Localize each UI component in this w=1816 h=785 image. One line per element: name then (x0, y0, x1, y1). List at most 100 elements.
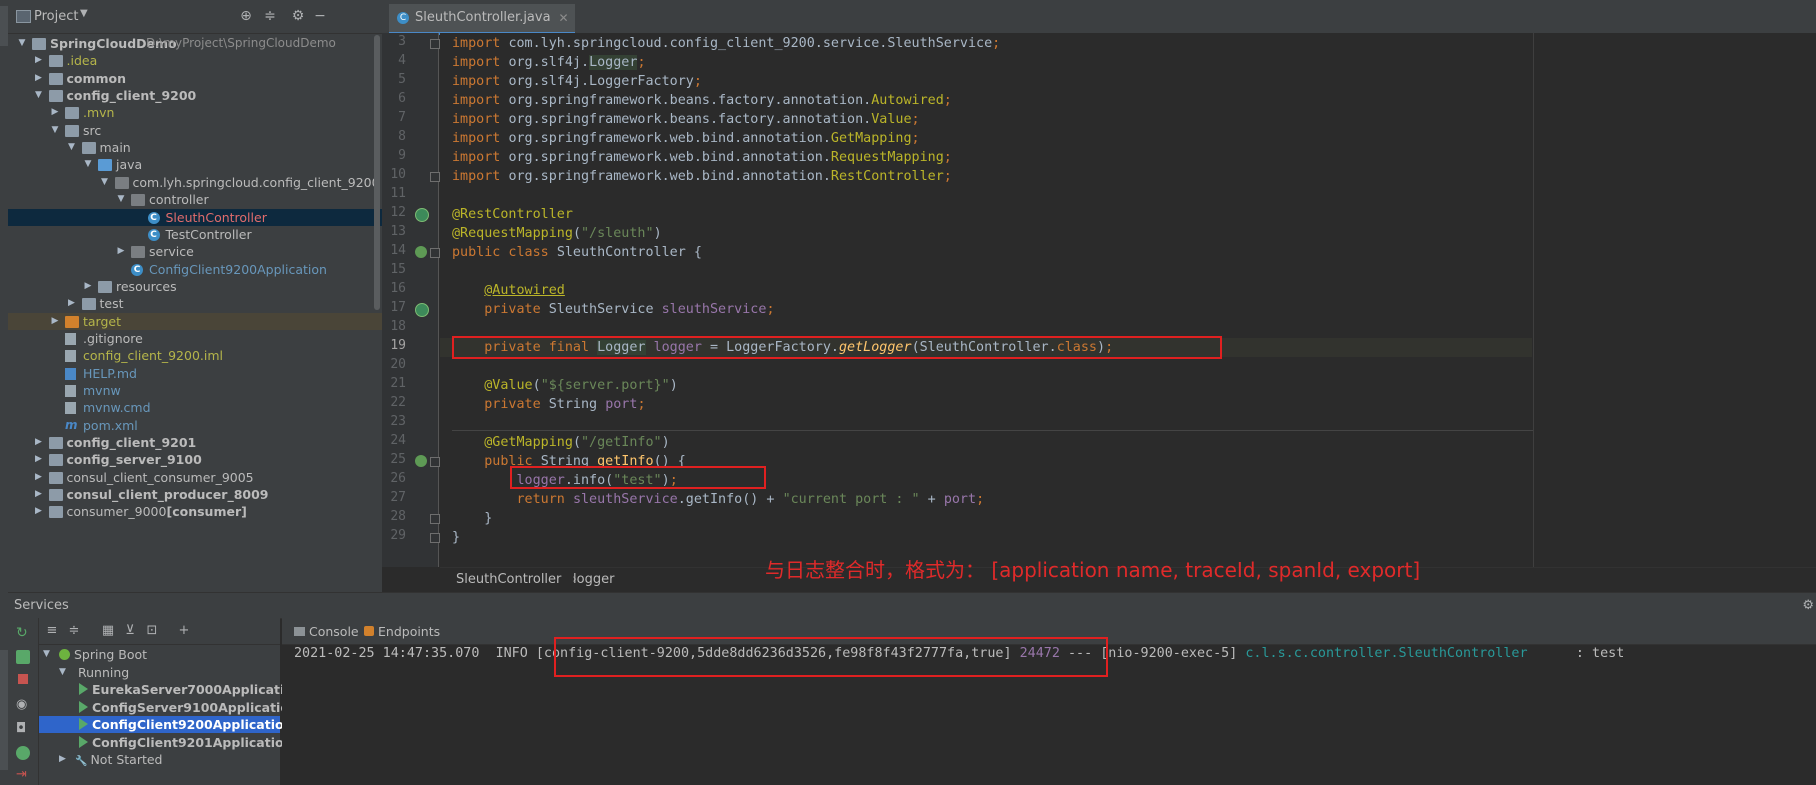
services-title[interactable]: Services (14, 598, 69, 613)
project-scrollbar[interactable] (374, 35, 380, 310)
tree-row[interactable]: m pom.xml (8, 417, 382, 434)
service-item[interactable]: ConfigClient9201Applicatio (39, 734, 284, 751)
service-item[interactable]: EurekaServer7000Applicatio (39, 681, 293, 698)
rerun-icon[interactable]: ↻ (16, 626, 30, 640)
chevron-down-icon[interactable]: ▼ (16, 35, 28, 52)
tree-row[interactable]: C TestController (8, 226, 382, 243)
chevron-down-icon[interactable]: ▼ (115, 191, 127, 208)
chevron-right-icon[interactable]: ▶ (49, 104, 61, 121)
spring-bean-icon[interactable] (415, 208, 429, 222)
chevron-right-icon[interactable]: ▶ (66, 295, 78, 312)
chevron-right-icon[interactable]: ▶ (33, 486, 45, 503)
tree-row[interactable]: ▼ main (8, 139, 382, 156)
expand-all-icon[interactable]: ≡ (45, 624, 59, 638)
collapse-all-icon[interactable]: ≑ (67, 624, 81, 638)
tree-row[interactable]: ▶ resources (8, 278, 382, 295)
locate-icon[interactable]: ⊕ (238, 8, 254, 24)
hide-icon[interactable]: − (312, 8, 328, 24)
tree-row[interactable]: ▶ .idea (8, 52, 382, 69)
fold-marker-icon[interactable] (430, 514, 440, 524)
tab-console[interactable]: Console (294, 624, 359, 639)
service-item[interactable]: ▼ Running (39, 664, 280, 681)
chevron-right-icon[interactable]: ▶ (33, 52, 45, 69)
tree-row[interactable]: ▶ config_server_9100 (8, 451, 382, 468)
open-log-icon[interactable]: ⇥ (16, 768, 30, 782)
project-panel-title[interactable]: Project (34, 9, 78, 24)
dropdown-icon[interactable]: ▼ (80, 8, 88, 19)
fold-marker-icon[interactable] (430, 39, 440, 49)
breadcrumb-item-field[interactable]: logger (573, 572, 614, 587)
spring-bean-icon[interactable] (415, 303, 429, 317)
tree-row[interactable]: ▶ .mvn (8, 104, 382, 121)
tree-row[interactable]: ▼ com.lyh.springcloud.config_client_9200 (8, 174, 382, 191)
tree-row[interactable]: ▶ consumer_9000 [consumer] (8, 503, 382, 520)
service-item[interactable]: ▼ Spring Boot (39, 646, 280, 663)
tree-row[interactable]: ▶ target (8, 312, 382, 330)
close-icon[interactable]: ✕ (559, 4, 569, 32)
chevron-right-icon[interactable]: ▶ (33, 503, 45, 520)
attach-icon[interactable] (16, 746, 30, 760)
running-icon (79, 735, 88, 748)
tab-sleuth-controller[interactable]: C SleuthController.java ✕ (389, 4, 575, 35)
tree-row[interactable]: ▶ consul_client_consumer_9005 (8, 469, 382, 486)
tree-row[interactable]: config_client_9200.iml (8, 347, 382, 364)
tab-endpoints[interactable]: Endpoints (364, 624, 440, 639)
tree-row[interactable]: ▼ src (8, 122, 382, 139)
fold-marker-icon[interactable] (430, 172, 440, 182)
tree-row[interactable]: C ConfigClient9200Application (8, 261, 382, 278)
run-gutter-icon[interactable] (415, 455, 427, 467)
tree-row[interactable]: ▶ test (8, 295, 382, 312)
fold-marker-icon[interactable] (430, 457, 440, 467)
chevron-right-icon[interactable]: ▶ (33, 434, 45, 451)
chevron-down-icon[interactable]: ▼ (82, 156, 94, 173)
chevron-down-icon[interactable]: ▼ (43, 646, 50, 663)
debug-icon[interactable] (16, 650, 30, 664)
chevron-down-icon[interactable]: ▼ (33, 87, 45, 104)
service-item[interactable]: ConfigServer9100Applicatio (39, 699, 289, 716)
tree-row[interactable]: .gitignore (8, 330, 382, 347)
chevron-right-icon[interactable]: ▶ (59, 751, 66, 768)
camera-icon[interactable]: ◘ (16, 722, 30, 736)
filter-icon[interactable]: ⊻ (123, 624, 137, 638)
chevron-down-icon[interactable]: ▼ (49, 122, 61, 139)
tree-row[interactable]: ▶ consul_client_producer_8009 (8, 486, 382, 503)
open-icon[interactable]: ⊡ (145, 624, 159, 638)
chevron-down-icon[interactable]: ▼ (59, 664, 66, 681)
tree-row[interactable]: ▼ config_client_9200 (8, 87, 382, 104)
tree-row[interactable]: ▶ config_client_9201 (8, 434, 382, 451)
strip-tab-structure[interactable] (0, 650, 8, 770)
service-item[interactable]: ▶ 🔧 Not Started (39, 751, 280, 768)
chevron-right-icon[interactable]: ▶ (33, 469, 45, 486)
tree-row[interactable]: ▼ SpringCloudDemo D:\myProject\SpringCloud… (8, 35, 382, 52)
group-icon[interactable]: ▦ (101, 624, 115, 638)
stop-icon[interactable] (18, 674, 28, 684)
chevron-right-icon[interactable]: ▶ (33, 451, 45, 468)
tree-row[interactable]: ▶ service (8, 243, 382, 260)
collapse-icon[interactable]: ≑ (262, 8, 278, 24)
gear-icon[interactable]: ⚙ (290, 8, 306, 24)
add-icon[interactable]: + (177, 624, 191, 638)
tree-row[interactable]: mvnw.cmd (8, 399, 382, 416)
chevron-down-icon[interactable]: ▼ (99, 174, 111, 191)
chevron-right-icon[interactable]: ▶ (115, 243, 127, 260)
run-gutter-icon[interactable] (415, 246, 427, 258)
chevron-right-icon[interactable]: ▶ (33, 70, 45, 87)
chevron-right-icon[interactable]: ▶ (82, 278, 94, 295)
line-number: 19 (390, 338, 406, 353)
code-token: } (452, 511, 493, 526)
service-item[interactable]: ConfigClient9200Applicatio (39, 716, 284, 733)
tree-row[interactable]: ▶ common (8, 70, 382, 87)
settings-icon[interactable]: ⚙ (1802, 598, 1814, 613)
fold-marker-icon[interactable] (430, 533, 440, 543)
chevron-down-icon[interactable]: ▼ (66, 139, 78, 156)
tree-row[interactable]: ▼ java (8, 156, 382, 173)
tree-row[interactable]: C SleuthController (8, 208, 382, 226)
strip-tab-project[interactable] (0, 6, 8, 46)
tree-row[interactable]: mvnw (8, 382, 382, 399)
breadcrumb-item-class[interactable]: SleuthController (456, 572, 561, 587)
fold-marker-icon[interactable] (430, 248, 440, 258)
tree-row[interactable]: HELP.md (8, 365, 382, 382)
tree-row[interactable]: ▼ controller (8, 191, 382, 208)
stop-all-icon[interactable]: ◉ (16, 698, 30, 712)
chevron-right-icon[interactable]: ▶ (49, 313, 61, 330)
